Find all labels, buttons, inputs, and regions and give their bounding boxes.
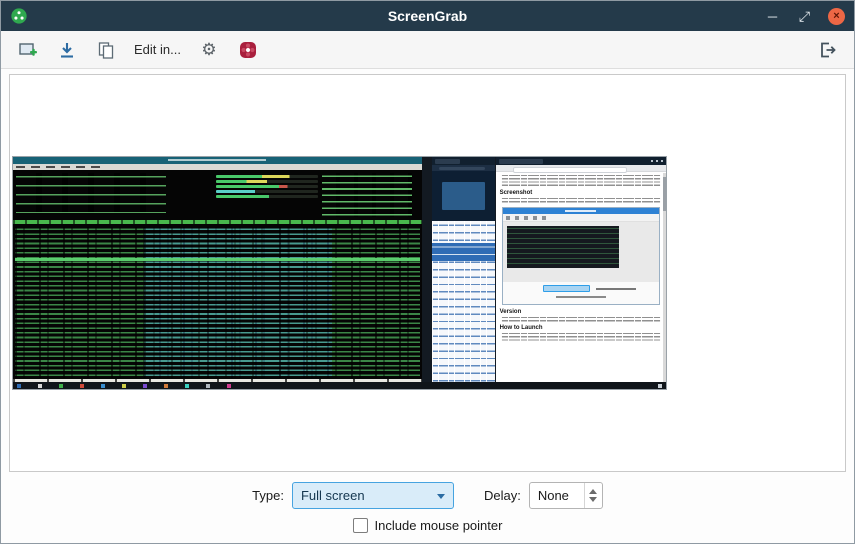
- preview-process-paths: [144, 227, 332, 378]
- new-screenshot-icon: [18, 40, 38, 60]
- preview-terminal-titlebar: [13, 157, 422, 164]
- minimize-button[interactable]: ─: [764, 8, 781, 25]
- copy-icon: [96, 40, 116, 60]
- preview-terminal-prompt-lines: [16, 173, 166, 213]
- preview-taskbar-clock: [658, 384, 662, 388]
- include-pointer-checkbox[interactable]: [353, 518, 368, 533]
- save-button[interactable]: [50, 35, 84, 65]
- preview-doc-scrollbar: [663, 173, 666, 384]
- maximize-button[interactable]: ⤢: [796, 8, 813, 25]
- preview-embedded-combo: [543, 285, 590, 292]
- screenshot-preview: Screenshot Version: [12, 156, 667, 390]
- window-title: ScreenGrab: [1, 8, 854, 24]
- preview-toc-tabbar: [432, 157, 495, 165]
- spin-down-icon[interactable]: [589, 497, 597, 502]
- preview-area[interactable]: Screenshot Version: [9, 74, 846, 472]
- app-logo-icon: [10, 7, 28, 25]
- preview-doc-subheading-version: Version: [500, 308, 662, 316]
- spin-up-icon[interactable]: [589, 489, 597, 494]
- delay-label: Delay:: [484, 488, 521, 503]
- preview-embedded-screengrab: [502, 207, 660, 305]
- preview-doc-urlbar: [496, 165, 666, 172]
- settings-button[interactable]: ⚙: [192, 35, 226, 65]
- preview-embedded-checkbox-line: [556, 296, 606, 298]
- delay-spinbox[interactable]: None: [529, 482, 603, 509]
- new-screenshot-button[interactable]: [11, 35, 45, 65]
- preview-cpu-meters: [216, 173, 318, 217]
- preview-toc-selected-links: [432, 243, 495, 261]
- edit-in-label: Edit in...: [134, 42, 181, 57]
- preview-toc-cover-image: [432, 171, 495, 221]
- preview-embedded-toolbar: [503, 214, 659, 222]
- preview-selected-row: [15, 258, 420, 261]
- preview-embedded-delay: [596, 288, 635, 290]
- chevron-down-icon: [437, 494, 445, 499]
- copy-button[interactable]: [89, 35, 123, 65]
- type-select-value: Full screen: [301, 488, 365, 503]
- preview-browser-toc-window: [432, 157, 495, 384]
- screengrab-window: ScreenGrab ─ ⤢ ×: [0, 0, 855, 544]
- window-controls: ─ ⤢ ×: [764, 8, 845, 25]
- delay-spinbox-value: None: [538, 488, 569, 503]
- titlebar[interactable]: ScreenGrab ─ ⤢ ×: [1, 1, 854, 31]
- quit-icon: [817, 40, 837, 60]
- preview-doc-heading: Screenshot: [500, 189, 662, 197]
- preview-embedded-thumbnail: [507, 226, 620, 268]
- close-button[interactable]: ×: [828, 8, 845, 25]
- preview-embedded-preview: [503, 222, 659, 282]
- preview-doc-paragraph: [501, 333, 661, 341]
- preview-process-header-row: [13, 220, 422, 224]
- capture-options: Type: Full screen Delay: None Include mo…: [1, 476, 854, 543]
- pointer-option-row: Include mouse pointer: [353, 518, 503, 533]
- preview-browser-doc-window: Screenshot Version: [496, 157, 666, 384]
- preview-terminal-body: [13, 170, 422, 384]
- edit-in-button[interactable]: Edit in...: [128, 35, 187, 65]
- preview-doc-tabbar: [496, 157, 666, 165]
- about-icon: [238, 40, 258, 60]
- preview-monitor-text: [322, 173, 412, 217]
- toolbar: Edit in... ⚙: [1, 31, 854, 69]
- preview-embedded-controls: [503, 282, 659, 304]
- preview-doc-paragraph: [501, 198, 661, 204]
- preview-doc-paragraph: [501, 317, 661, 322]
- preview-taskbar: [13, 382, 666, 389]
- preview-doc-paragraph: [501, 175, 661, 187]
- include-pointer-label: Include mouse pointer: [375, 518, 503, 533]
- preview-terminal-window: [13, 157, 422, 384]
- quit-button[interactable]: [810, 35, 844, 65]
- spinbox-arrows[interactable]: [584, 483, 602, 508]
- capture-options-row: Type: Full screen Delay: None: [252, 482, 603, 509]
- preview-terminal-system-monitor: [216, 173, 412, 217]
- gear-icon: ⚙: [201, 41, 216, 58]
- preview-doc-content: Screenshot Version: [500, 173, 662, 384]
- preview-doc-subheading-launch: How to Launch: [500, 324, 662, 332]
- type-select[interactable]: Full screen: [292, 482, 454, 509]
- about-button[interactable]: [231, 35, 265, 65]
- type-label: Type:: [252, 488, 284, 503]
- save-icon: [57, 40, 77, 60]
